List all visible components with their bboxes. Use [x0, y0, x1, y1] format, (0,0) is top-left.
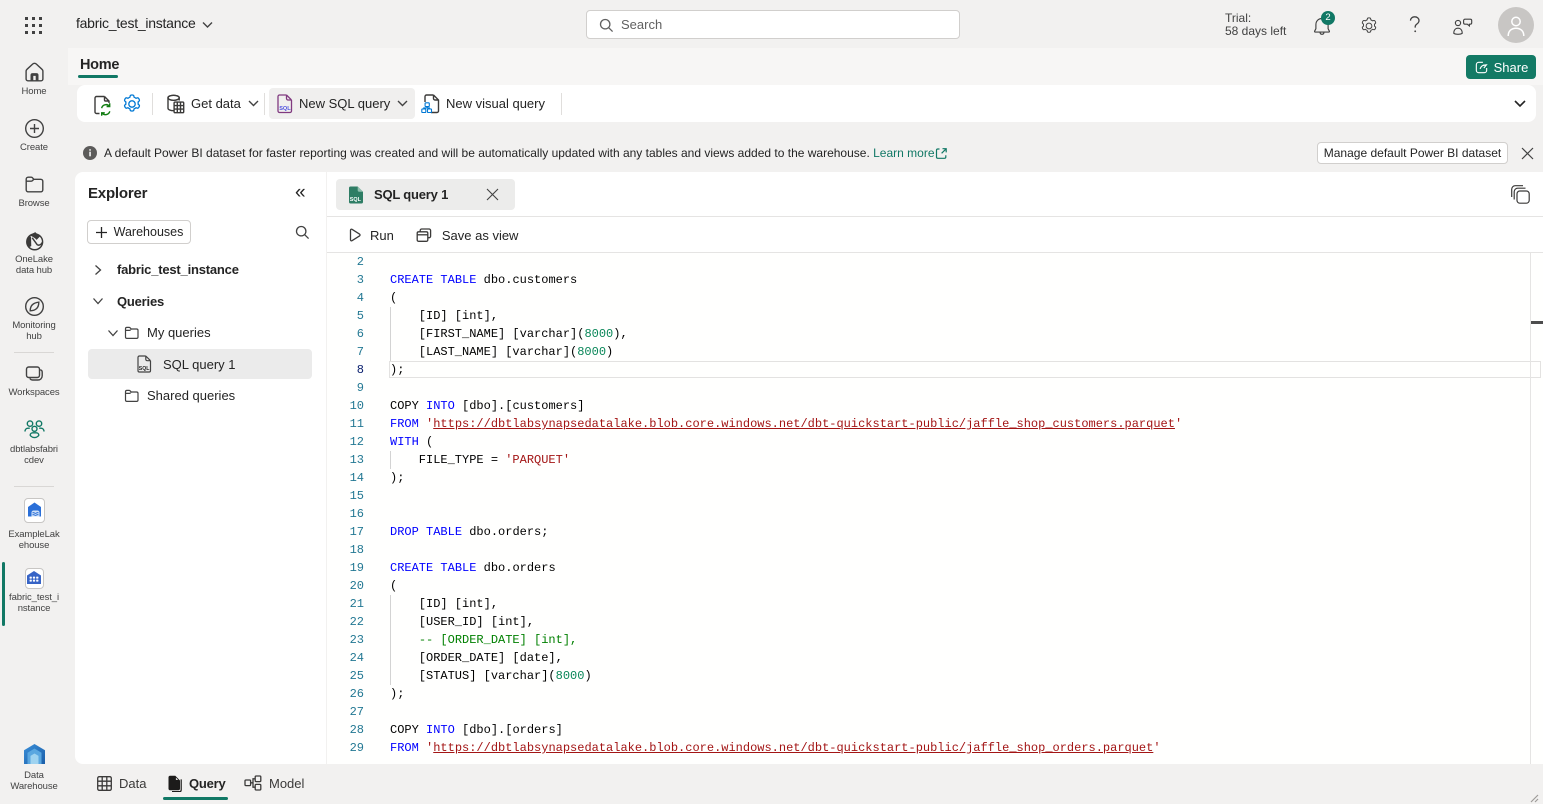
svg-text:SQL: SQL — [279, 106, 291, 112]
svg-text:SQL: SQL — [350, 197, 362, 203]
svg-text:SQL: SQL — [139, 366, 150, 372]
